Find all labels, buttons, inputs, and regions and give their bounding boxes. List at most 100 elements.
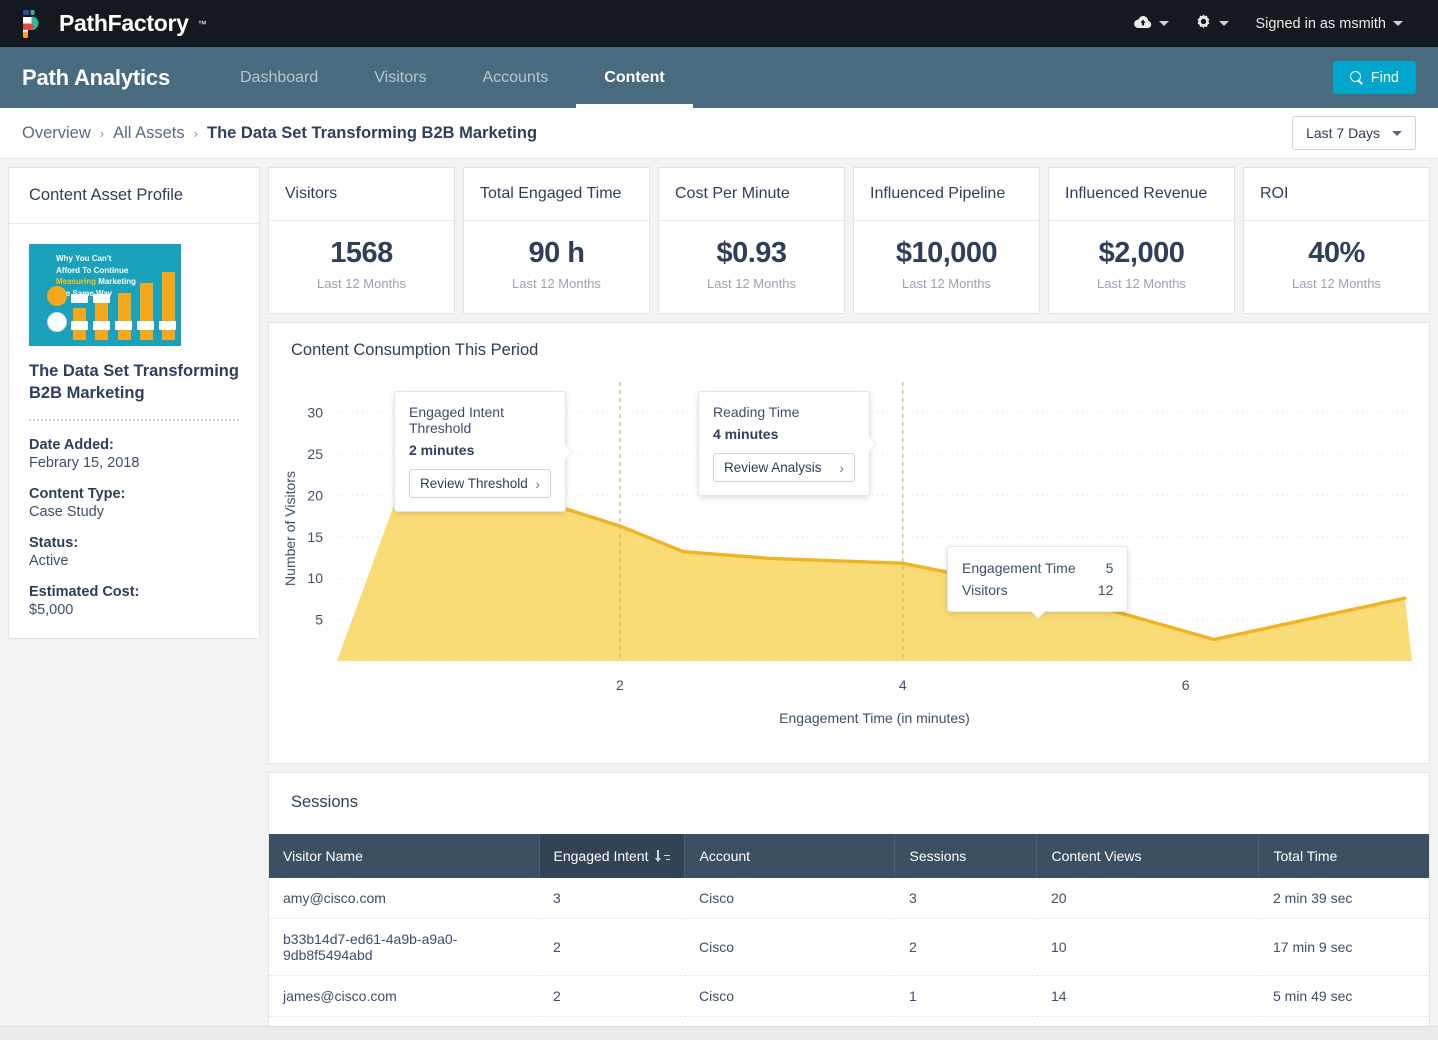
sort-descending-icon <box>657 850 670 863</box>
tab-accounts[interactable]: Accounts <box>454 47 576 108</box>
cell-account: Cisco <box>685 976 895 1017</box>
field-value: Case Study <box>29 504 239 520</box>
metric-card-cost-per-minute: Cost Per Minute $0.93 Last 12 Months <box>658 167 845 314</box>
asset-thumbnail: Why You Can't Afford To Continue Measuri… <box>29 244 181 346</box>
metric-body: 90 h Last 12 Months <box>464 221 649 313</box>
thumbnail-bar-3 <box>118 293 131 340</box>
breadcrumb-all-assets[interactable]: All Assets <box>113 124 185 143</box>
tooltip-pointer <box>565 445 572 459</box>
svg-text:6: 6 <box>1182 677 1190 693</box>
thumbnail-chip-4 <box>93 321 110 330</box>
chart-title: Content Consumption This Period <box>269 323 1429 378</box>
main-content: Content Asset Profile Why You Can't Affo… <box>0 159 1438 1040</box>
chevron-right-icon: › <box>839 460 844 476</box>
thumbnail-chip-3 <box>71 321 88 330</box>
table-row[interactable]: amy@cisco.com 3 Cisco 3 20 2 min 39 sec <box>269 878 1429 919</box>
asset-title: The Data Set Transforming B2B Marketing <box>29 360 239 405</box>
cell-engaged-intent: 3 <box>539 878 685 919</box>
thumbnail-chip-7 <box>159 321 176 330</box>
brand-name: PathFactory <box>59 10 189 37</box>
thumbnail-chip-2 <box>93 294 110 303</box>
metric-subtitle: Last 12 Months <box>279 276 444 291</box>
cell-sessions: 2 <box>895 919 1037 976</box>
pathfactory-logo[interactable]: PathFactory ™ <box>22 9 207 39</box>
metric-body: $10,000 Last 12 Months <box>854 221 1039 313</box>
cell-visitor-name: b33b14d7-ed61-4a9b-a9a0-9db8f5494abd <box>269 919 539 976</box>
user-menu-label: Signed in as msmith <box>1255 16 1386 32</box>
svg-text:30: 30 <box>307 405 323 421</box>
cell-sessions: 3 <box>895 878 1037 919</box>
pathfactory-logo-mark <box>22 9 50 39</box>
cloud-upload-menu[interactable] <box>1121 15 1182 33</box>
window-bottom-bar <box>0 1026 1438 1040</box>
metric-value: $0.93 <box>669 237 834 270</box>
breadcrumb-overview[interactable]: Overview <box>22 124 91 143</box>
cell-engaged-intent: 2 <box>539 919 685 976</box>
tooltip-row-visitors: Visitors 12 <box>962 580 1113 602</box>
tab-dashboard[interactable]: Dashboard <box>212 47 346 108</box>
chevron-down-icon <box>1159 21 1169 26</box>
chevron-down-icon <box>1393 21 1403 26</box>
column-label: Sessions <box>909 848 966 864</box>
cell-account: Cisco <box>685 919 895 976</box>
sessions-table: Visitor Name Engaged Intent <box>269 834 1429 1040</box>
breadcrumb-bar: Overview › All Assets › The Data Set Tra… <box>0 108 1438 159</box>
thumbnail-line-3a: Measuring <box>56 277 96 286</box>
app-title: Path Analytics <box>22 47 170 108</box>
table-row[interactable]: james@cisco.com 2 Cisco 1 14 5 min 49 se… <box>269 976 1429 1017</box>
cell-content-views: 20 <box>1037 878 1259 919</box>
settings-menu[interactable] <box>1182 13 1242 34</box>
review-threshold-button[interactable]: Review Threshold › <box>409 469 551 498</box>
thumbnail-chip-1 <box>71 294 88 303</box>
tooltip-value: 5 <box>1106 558 1114 580</box>
date-range-label: Last 7 Days <box>1306 125 1380 141</box>
tab-visitors[interactable]: Visitors <box>346 47 454 108</box>
svg-text:2: 2 <box>616 677 624 693</box>
thumbnail-line-2: Afford To Continue <box>56 266 128 275</box>
metric-title: ROI <box>1244 168 1429 221</box>
cell-sessions: 1 <box>895 976 1037 1017</box>
tooltip-value: 12 <box>1098 580 1114 602</box>
column-header-visitor-name[interactable]: Visitor Name <box>269 834 539 878</box>
column-header-total-time[interactable]: Total Time <box>1259 834 1429 878</box>
svg-text:4: 4 <box>899 677 907 693</box>
metric-subtitle: Last 12 Months <box>1254 276 1419 291</box>
metric-card-roi: ROI 40% Last 12 Months <box>1243 167 1430 314</box>
metric-value: 1568 <box>279 237 444 270</box>
metric-subtitle: Last 12 Months <box>864 276 1029 291</box>
annotation-title: Reading Time <box>713 404 855 420</box>
find-button[interactable]: Find <box>1333 61 1416 94</box>
thumbnail-avatar-2 <box>47 312 67 332</box>
chevron-down-icon <box>1392 131 1402 136</box>
profile-field-status: Status: Active <box>29 535 239 569</box>
sessions-table-head: Visitor Name Engaged Intent <box>269 834 1429 878</box>
field-label: Status: <box>29 535 239 551</box>
tab-content[interactable]: Content <box>576 47 692 108</box>
cell-total-time: 5 min 49 sec <box>1259 976 1429 1017</box>
find-button-label: Find <box>1371 70 1399 86</box>
review-analysis-button[interactable]: Review Analysis › <box>713 453 855 482</box>
column-header-engaged-intent[interactable]: Engaged Intent <box>539 834 685 878</box>
chevron-right-icon: › <box>535 476 540 492</box>
metric-body: 40% Last 12 Months <box>1244 221 1429 313</box>
metric-subtitle: Last 12 Months <box>474 276 639 291</box>
annotation-engaged-intent-threshold: Engaged Intent Threshold 2 minutes Revie… <box>394 391 566 512</box>
cell-content-views: 14 <box>1037 976 1259 1017</box>
date-range-selector[interactable]: Last 7 Days <box>1292 116 1416 150</box>
user-menu[interactable]: Signed in as msmith <box>1242 16 1416 32</box>
nav-tabs: Dashboard Visitors Accounts Content <box>212 47 693 108</box>
metric-subtitle: Last 12 Months <box>669 276 834 291</box>
cell-total-time: 2 min 39 sec <box>1259 878 1429 919</box>
thumbnail-chip-5 <box>115 321 132 330</box>
left-column: Content Asset Profile Why You Can't Affo… <box>8 167 260 639</box>
cell-visitor-name: james@cisco.com <box>269 976 539 1017</box>
svg-text:20: 20 <box>307 487 323 503</box>
column-header-account[interactable]: Account <box>685 834 895 878</box>
table-row[interactable]: b33b14d7-ed61-4a9b-a9a0-9db8f5494abd 2 C… <box>269 919 1429 976</box>
column-label: Total Time <box>1273 848 1337 864</box>
metric-title: Influenced Pipeline <box>854 168 1039 221</box>
thumbnail-bar-4 <box>140 283 153 340</box>
column-header-content-views[interactable]: Content Views <box>1037 834 1259 878</box>
metric-value: $2,000 <box>1059 237 1224 270</box>
column-header-sessions[interactable]: Sessions <box>895 834 1037 878</box>
